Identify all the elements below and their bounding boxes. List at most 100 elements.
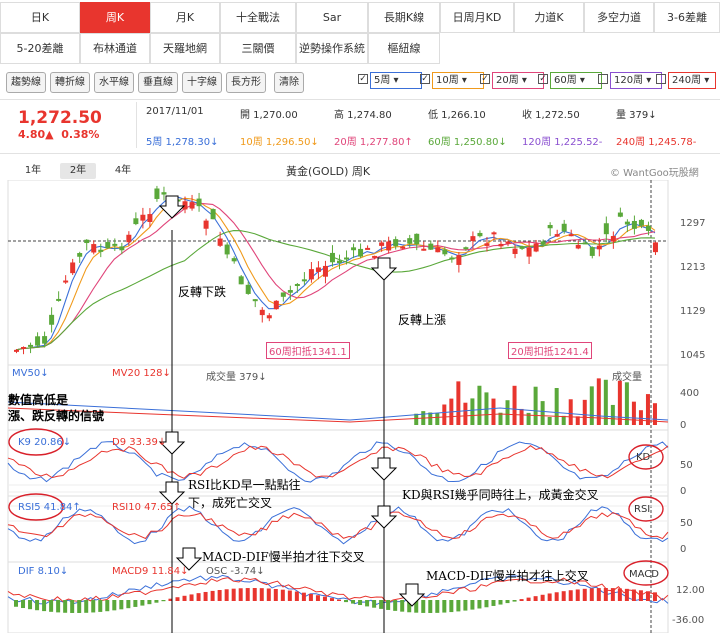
tab-monthly-k[interactable]: 月K — [150, 2, 220, 33]
macd-histogram-bar — [540, 594, 545, 601]
macd-histogram-bar — [631, 589, 636, 601]
vertical-line-button[interactable]: 垂直線 — [138, 72, 178, 93]
ma10-select[interactable]: 10周 ▾ — [432, 72, 484, 89]
candle-body — [358, 248, 364, 257]
candle-body — [540, 241, 546, 245]
macd-histogram-bar — [231, 588, 236, 601]
volume-bar — [568, 399, 573, 425]
trend-line-button[interactable]: 趨勢線 — [6, 72, 46, 93]
macd-tick-12: 12.00 — [676, 585, 705, 596]
quote-date: 2017/11/01 — [146, 106, 204, 117]
ma20-select[interactable]: 20周 ▾ — [492, 72, 544, 89]
candle-body — [547, 224, 553, 229]
macd-histogram-bar — [154, 600, 159, 603]
candle-body — [287, 290, 293, 293]
tab-sar[interactable]: Sar — [296, 2, 368, 33]
macd-histogram-bar — [610, 588, 615, 601]
candle-body — [161, 192, 167, 195]
candle-body — [14, 349, 19, 352]
macd-histogram-bar — [105, 600, 110, 612]
tab-long-k[interactable]: 長期K線 — [368, 2, 440, 33]
macd-histogram-bar — [463, 600, 468, 611]
ma5-select[interactable]: 5周 ▾ — [370, 72, 422, 89]
candle-body — [400, 246, 406, 249]
ma240-checkbox[interactable] — [656, 74, 666, 84]
volume-bars — [7, 378, 669, 425]
candle-body — [470, 236, 476, 242]
macd-histogram-bar — [484, 600, 489, 608]
y-tick-1297: 1297 — [680, 218, 706, 229]
ma20-checkbox[interactable]: ✓ — [480, 74, 490, 84]
down-arrow-icon — [370, 457, 398, 481]
macd-histogram-bar — [266, 588, 271, 601]
tab-net[interactable]: 天羅地網 — [150, 33, 220, 64]
candle-body — [533, 243, 539, 252]
annotation-signal-line1: 數值高低是 — [8, 393, 69, 407]
volume-bar — [512, 385, 517, 425]
tab-force-k[interactable]: 力道K — [514, 2, 584, 33]
ma60-value: 60周 1,250.80↓ — [428, 137, 507, 148]
macd-histogram-bar — [428, 600, 433, 613]
horizontal-line-button[interactable]: 水平線 — [94, 72, 134, 93]
tab-contrarian[interactable]: 逆勢操作系統 — [296, 33, 368, 64]
ma120-select[interactable]: 120周 ▾ — [610, 72, 662, 89]
ma60-checkbox[interactable]: ✓ — [538, 74, 548, 84]
tab-kd-dwm[interactable]: 日周月KD — [440, 2, 514, 33]
macd-histogram-bar — [491, 600, 496, 606]
rectangle-button[interactable]: 長方形 — [226, 72, 266, 93]
volume-bar — [533, 386, 538, 425]
tab-3-6-diff[interactable]: 3-6差離 — [654, 2, 720, 33]
candle-body — [498, 243, 504, 247]
tab-bull-bear[interactable]: 多空力道 — [584, 2, 654, 33]
tab-three-price[interactable]: 三關價 — [220, 33, 296, 64]
candle-body — [56, 298, 62, 301]
macd-histogram-bar — [98, 600, 103, 612]
macd-histogram-bar — [252, 588, 257, 601]
macd-histogram-bar — [42, 600, 47, 612]
annotation-macd-up: MACD-DIF慢半拍才往上交叉 — [426, 569, 589, 583]
price-chart[interactable] — [0, 180, 720, 633]
tab-ten-strategy[interactable]: 十全戰法 — [220, 2, 296, 33]
candle-body — [91, 244, 97, 253]
range-tab-4y[interactable]: 4年 — [108, 163, 138, 179]
macd-histogram-bar — [21, 600, 26, 609]
macd-histogram-bar — [175, 597, 180, 601]
ma240-select[interactable]: 240周 ▾ — [668, 72, 716, 89]
ma5-checkbox[interactable]: ✓ — [358, 74, 368, 84]
candle-body — [526, 247, 532, 257]
candle-body — [407, 238, 413, 244]
range-tab-2y[interactable]: 2年 — [60, 163, 96, 179]
turn-line-button[interactable]: 轉折線 — [50, 72, 90, 93]
rsi5-line — [7, 505, 669, 545]
tab-daily-k[interactable]: 日K — [0, 2, 80, 33]
range-tab-1y[interactable]: 1年 — [18, 163, 48, 179]
clear-button[interactable]: 清除 — [274, 72, 304, 93]
candle-body — [21, 347, 27, 350]
ma60-select[interactable]: 60周 ▾ — [550, 72, 602, 89]
candle-body — [245, 284, 251, 294]
candle-body — [77, 253, 83, 257]
macd-histogram-bar — [56, 600, 61, 613]
macd-histogram-bar — [210, 590, 215, 601]
crosshair-button[interactable]: 十字線 — [182, 72, 222, 93]
tab-5-20-diff[interactable]: 5-20差離 — [0, 33, 80, 64]
candle-body — [428, 243, 434, 250]
chart-title: 黃金(GOLD) 周K — [286, 165, 371, 178]
candle-body — [28, 344, 34, 347]
tab-bollinger[interactable]: 布林通道 — [80, 33, 150, 64]
tab-weekly-k[interactable]: 周K — [80, 2, 150, 33]
ma120-checkbox[interactable] — [598, 74, 608, 84]
ma-line — [15, 195, 656, 351]
down-arrow-icon — [370, 257, 398, 281]
macd-histogram-bar — [147, 600, 152, 605]
candle-body — [575, 244, 581, 249]
vol-tick-0: 0 — [680, 420, 687, 431]
candle-body — [491, 232, 497, 235]
candle-body — [35, 336, 41, 346]
tab-pivot[interactable]: 樞紐線 — [368, 33, 440, 64]
candle-body — [421, 248, 427, 251]
macd-histogram-bar — [28, 600, 33, 610]
volume-bar — [554, 388, 559, 425]
candle-body — [259, 309, 265, 316]
ma10-checkbox[interactable]: ✓ — [420, 74, 430, 84]
